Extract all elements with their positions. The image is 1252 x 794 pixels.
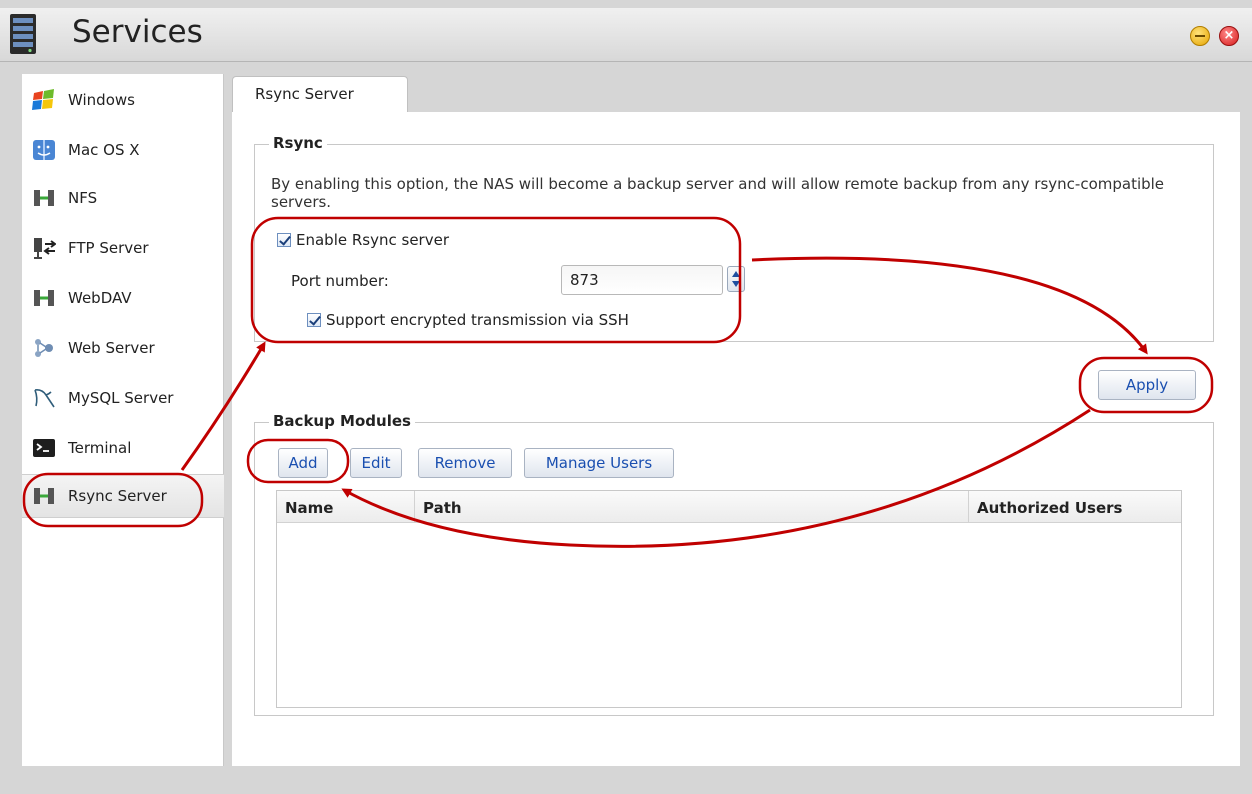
backup-modules-legend: Backup Modules	[269, 412, 415, 430]
ssh-row[interactable]: Support encrypted transmission via SSH	[307, 311, 629, 329]
mac-finder-icon	[33, 140, 55, 160]
webdav-server-icon	[34, 290, 54, 306]
apply-button[interactable]: Apply	[1098, 370, 1196, 400]
spinner-down-icon[interactable]	[732, 281, 740, 287]
edit-button[interactable]: Edit	[350, 448, 402, 478]
enable-rsync-label: Enable Rsync server	[296, 231, 449, 249]
sidebar-item-webdav[interactable]: WebDAV	[22, 276, 224, 320]
sidebar-item-label: Windows	[68, 91, 135, 109]
ssh-label: Support encrypted transmission via SSH	[326, 311, 629, 329]
column-header-name[interactable]: Name	[277, 491, 415, 523]
column-header-authorized-users[interactable]: Authorized Users	[969, 491, 1181, 523]
sidebar-item-label: Web Server	[68, 339, 155, 357]
close-icon[interactable]: ×	[1219, 26, 1239, 46]
sidebar-item-mac-os-x[interactable]: Mac OS X	[22, 128, 224, 172]
sidebar-item-web-server[interactable]: Web Server	[22, 326, 224, 370]
tab-strip: Rsync Server	[232, 74, 1240, 112]
add-button[interactable]: Add	[278, 448, 328, 478]
minimize-icon[interactable]	[1190, 26, 1210, 46]
rsync-group: Rsync By enabling this option, the NAS w…	[254, 134, 1214, 342]
ssh-checkbox[interactable]	[307, 313, 321, 327]
sidebar-item-nfs[interactable]: NFS	[22, 176, 224, 220]
enable-rsync-checkbox[interactable]	[277, 233, 291, 247]
rsync-description: By enabling this option, the NAS will be…	[271, 175, 1165, 211]
manage-users-button[interactable]: Manage Users	[524, 448, 674, 478]
services-window: Services × Windows Mac OS X NFS FTP Serv…	[0, 0, 1252, 794]
sidebar-item-windows[interactable]: Windows	[22, 78, 224, 122]
port-number-label: Port number:	[291, 272, 389, 290]
sidebar-item-label: Terminal	[68, 439, 132, 457]
terminal-icon	[33, 439, 55, 457]
tab-rsync-server[interactable]: Rsync Server	[232, 76, 408, 112]
services-sidebar: Windows Mac OS X NFS FTP Server WebDAV W…	[22, 74, 224, 766]
backup-modules-table: Name Path Authorized Users	[276, 490, 1182, 708]
web-server-icon	[35, 339, 53, 357]
sidebar-item-label: NFS	[68, 189, 98, 207]
sidebar-item-label: FTP Server	[68, 239, 149, 257]
server-tower-icon	[10, 14, 36, 54]
sidebar-item-label: Rsync Server	[68, 487, 167, 505]
title-bar: Services ×	[0, 8, 1252, 62]
windows-flag-icon	[32, 89, 54, 110]
remove-button[interactable]: Remove	[418, 448, 512, 478]
window-title: Services	[72, 14, 203, 50]
sidebar-item-ftp-server[interactable]: FTP Server	[22, 226, 224, 270]
table-header: Name Path Authorized Users	[277, 491, 1181, 523]
port-spinner[interactable]	[727, 266, 745, 292]
sidebar-item-label: MySQL Server	[68, 389, 174, 407]
port-number-input[interactable]	[561, 265, 723, 295]
nfs-server-icon	[34, 190, 54, 206]
rsync-legend: Rsync	[269, 134, 327, 152]
rsync-server-icon	[34, 488, 54, 504]
sidebar-item-mysql-server[interactable]: MySQL Server	[22, 376, 224, 420]
sidebar-item-label: Mac OS X	[68, 141, 140, 159]
mysql-dolphin-icon	[34, 389, 55, 408]
column-header-path[interactable]: Path	[415, 491, 969, 523]
ftp-server-icon	[34, 238, 56, 259]
enable-rsync-row[interactable]: Enable Rsync server	[277, 231, 449, 249]
spinner-up-icon[interactable]	[732, 271, 740, 277]
sidebar-item-label: WebDAV	[68, 289, 132, 307]
sidebar-item-rsync-server[interactable]: Rsync Server	[22, 474, 224, 518]
sidebar-item-terminal[interactable]: Terminal	[22, 426, 224, 470]
